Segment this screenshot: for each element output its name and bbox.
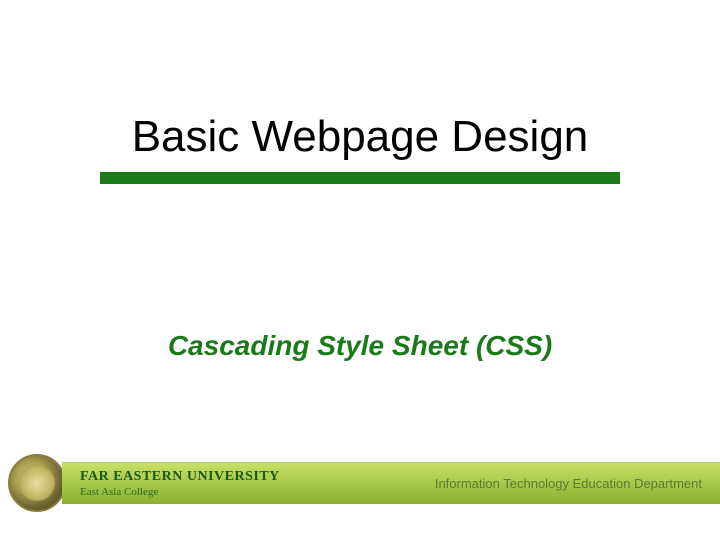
university-seal-icon [8, 454, 66, 512]
seal-inner-icon [19, 465, 55, 501]
college-name: East Asia College [80, 486, 280, 498]
footer-bar: FAR EASTERN UNIVERSITY East Asia College… [62, 462, 720, 504]
university-name: FAR EASTERN UNIVERSITY [80, 469, 280, 484]
slide-subtitle: Cascading Style Sheet (CSS) [100, 330, 620, 362]
presentation-slide: Basic Webpage Design Cascading Style She… [0, 0, 720, 540]
slide-title: Basic Webpage Design [100, 112, 620, 162]
department-name: Information Technology Education Departm… [435, 476, 702, 491]
title-underline [100, 172, 620, 184]
footer-left: FAR EASTERN UNIVERSITY East Asia College [80, 469, 280, 497]
